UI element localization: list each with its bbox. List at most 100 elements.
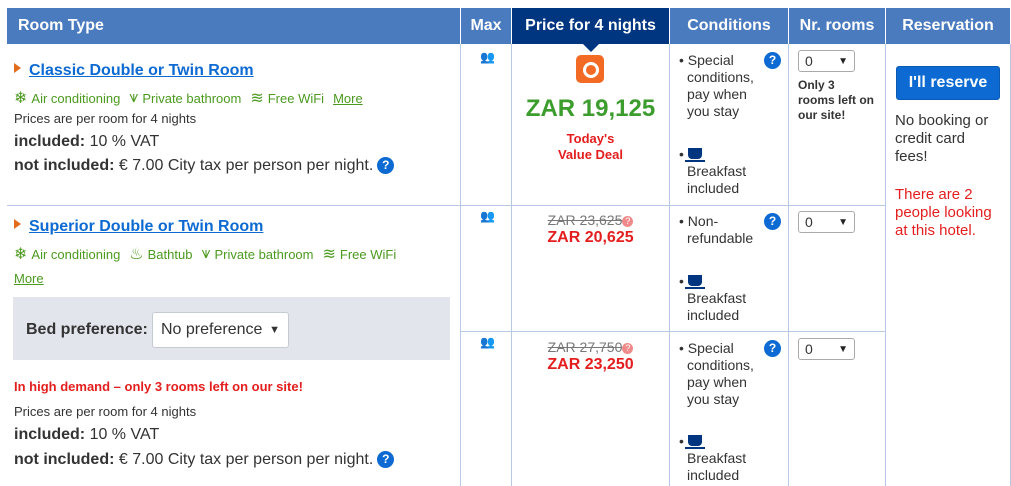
old-price-text: ZAR 27,750: [547, 339, 623, 355]
snowflake-icon: ❄: [14, 246, 28, 263]
facility-free-wifi: ≋ Free WiFi: [250, 88, 324, 108]
room2-more-row: More: [14, 271, 44, 286]
room1-breakfast: • Breakfast included: [679, 146, 746, 197]
breakfast-icon-row: •: [679, 273, 746, 290]
facility-label: Private bathroom: [142, 90, 242, 106]
facility-label: Bathtub: [147, 246, 193, 262]
facility-air-conditioning: ❄ Air conditioning: [14, 244, 120, 264]
info-icon[interactable]: ?: [377, 451, 395, 468]
header-reservation: Reservation: [886, 8, 1010, 44]
no-fees-line: No booking or: [895, 112, 989, 129]
caret-down-icon: ▼: [269, 324, 280, 336]
bathtub-icon: ♨: [129, 246, 144, 263]
condition-line: • Special: [679, 52, 734, 68]
included-value: 10 % VAT: [89, 133, 160, 150]
header-max: Max: [461, 8, 511, 44]
breakfast-line: included: [687, 467, 740, 483]
breakfast-line: Breakfast: [687, 163, 747, 179]
not-included-label: not included:: [14, 451, 115, 468]
rate-a-price: ZAR 20,625: [547, 229, 634, 246]
room1-name-link[interactable]: Classic Double or Twin Room: [29, 62, 254, 79]
reserve-button[interactable]: I'll reserve: [896, 66, 1000, 100]
grid-line: [885, 44, 886, 486]
condition-line: conditions,: [687, 357, 754, 373]
room1-title-row: Classic Double or Twin Room: [14, 62, 254, 80]
not-included-value: € 7.00 City tax per person per night.: [118, 157, 374, 174]
header-price: Price for 4 nights: [512, 8, 669, 52]
room1-qty-select[interactable]: 0 ▼: [798, 50, 855, 72]
header-nr-rooms-label: Nr. rooms: [799, 17, 875, 34]
header-nr-rooms: Nr. rooms: [789, 8, 885, 44]
room2-prices-note: Prices are per room for 4 nights: [14, 404, 197, 419]
condition-line-text: Special: [687, 52, 734, 68]
grid-line: [788, 44, 789, 486]
breakfast-line: Breakfast: [687, 290, 747, 306]
not-included-value: € 7.00 City tax per person per night.: [118, 451, 374, 468]
room2-more-link[interactable]: More: [14, 271, 44, 286]
bed-preference-label: Bed preference:: [26, 321, 148, 338]
info-icon[interactable]: ?: [764, 52, 781, 69]
info-dot-icon[interactable]: ?: [622, 216, 634, 227]
condition-line-text: Special: [687, 340, 734, 356]
condition-line: you stay: [687, 103, 740, 119]
coffee-cup-icon: [684, 275, 705, 289]
coffee-cup-icon: [684, 148, 705, 162]
arrow-right-icon: [14, 63, 21, 73]
people-icon: 👥: [480, 209, 495, 223]
room2-included: included: 10 % VAT: [14, 426, 159, 444]
info-dot-icon[interactable]: ?: [622, 343, 634, 354]
breakfast-line: Breakfast: [687, 450, 747, 466]
rate-b-qty-select[interactable]: 0 ▼: [798, 338, 855, 360]
facility-private-bathroom: ⩛ Private bathroom: [201, 245, 313, 263]
bed-preference-value: No preference: [161, 321, 263, 338]
header-reservation-label: Reservation: [902, 17, 994, 34]
looking-line: people looking: [895, 204, 992, 221]
rate-b-breakfast: • Breakfast included: [679, 433, 746, 484]
coffee-cup-icon: [684, 435, 705, 449]
breakfast-icon-row: •: [679, 433, 746, 450]
arrow-right-icon: [14, 219, 21, 229]
caret-down-icon: ▼: [838, 216, 848, 228]
rate-a-old-price: ZAR 23,625?: [512, 212, 669, 228]
grid-line: [460, 44, 461, 486]
room1-rooms-left: Only 3 rooms left on our site!: [798, 78, 874, 123]
bed-preference-select[interactable]: No preference ▼: [152, 312, 289, 348]
info-icon[interactable]: ?: [764, 340, 781, 357]
room1-more-link[interactable]: More: [333, 91, 363, 106]
condition-line: refundable: [687, 230, 754, 246]
rooms-left-line: rooms left on: [798, 93, 875, 107]
facility-label: Private bathroom: [214, 246, 314, 262]
qty-value: 0: [805, 214, 813, 230]
included-value: 10 % VAT: [89, 426, 160, 443]
included-label: included:: [14, 426, 86, 443]
condition-line: conditions,: [687, 69, 754, 85]
caret-down-icon: ▼: [838, 55, 848, 67]
facility-bathtub: ♨ Bathtub: [129, 244, 192, 264]
no-fees-line: credit card: [895, 130, 966, 147]
rate-b-price: ZAR 23,250: [547, 356, 634, 373]
shower-icon: ⩛: [201, 245, 211, 262]
room2-name-link[interactable]: Superior Double or Twin Room: [29, 218, 263, 235]
wifi-icon: ≋: [322, 246, 336, 263]
rate-a-qty-select[interactable]: 0 ▼: [798, 211, 855, 233]
room1-not-included: not included: € 7.00 City tax per person…: [14, 157, 395, 175]
rooms-left-line: Only 3: [798, 78, 835, 92]
active-column-arrow: [582, 44, 599, 52]
grid-line: [461, 331, 886, 332]
header-conditions-label: Conditions: [687, 17, 771, 34]
info-icon[interactable]: ?: [377, 157, 395, 174]
room2-facilities: ❄ Air conditioning ♨ Bathtub ⩛ Private bath…: [14, 244, 405, 264]
facility-label: Air conditioning: [31, 90, 121, 106]
info-icon[interactable]: ?: [764, 213, 781, 230]
breakfast-line: included: [687, 307, 740, 323]
rate-a-conditions: • Non- refundable: [679, 213, 753, 247]
qty-value: 0: [805, 53, 813, 69]
room1-included: included: 10 % VAT: [14, 133, 159, 151]
qty-value: 0: [805, 341, 813, 357]
rooms-left-line: our site!: [798, 108, 846, 122]
room1-conditions: • Special conditions, pay when you stay: [679, 52, 754, 120]
looking-line: at this hotel.: [895, 222, 976, 239]
shower-icon: ⩛: [129, 89, 139, 106]
condition-line: pay when: [687, 86, 747, 102]
room2-demand-alert: In high demand – only 3 rooms left on ou…: [14, 379, 303, 394]
